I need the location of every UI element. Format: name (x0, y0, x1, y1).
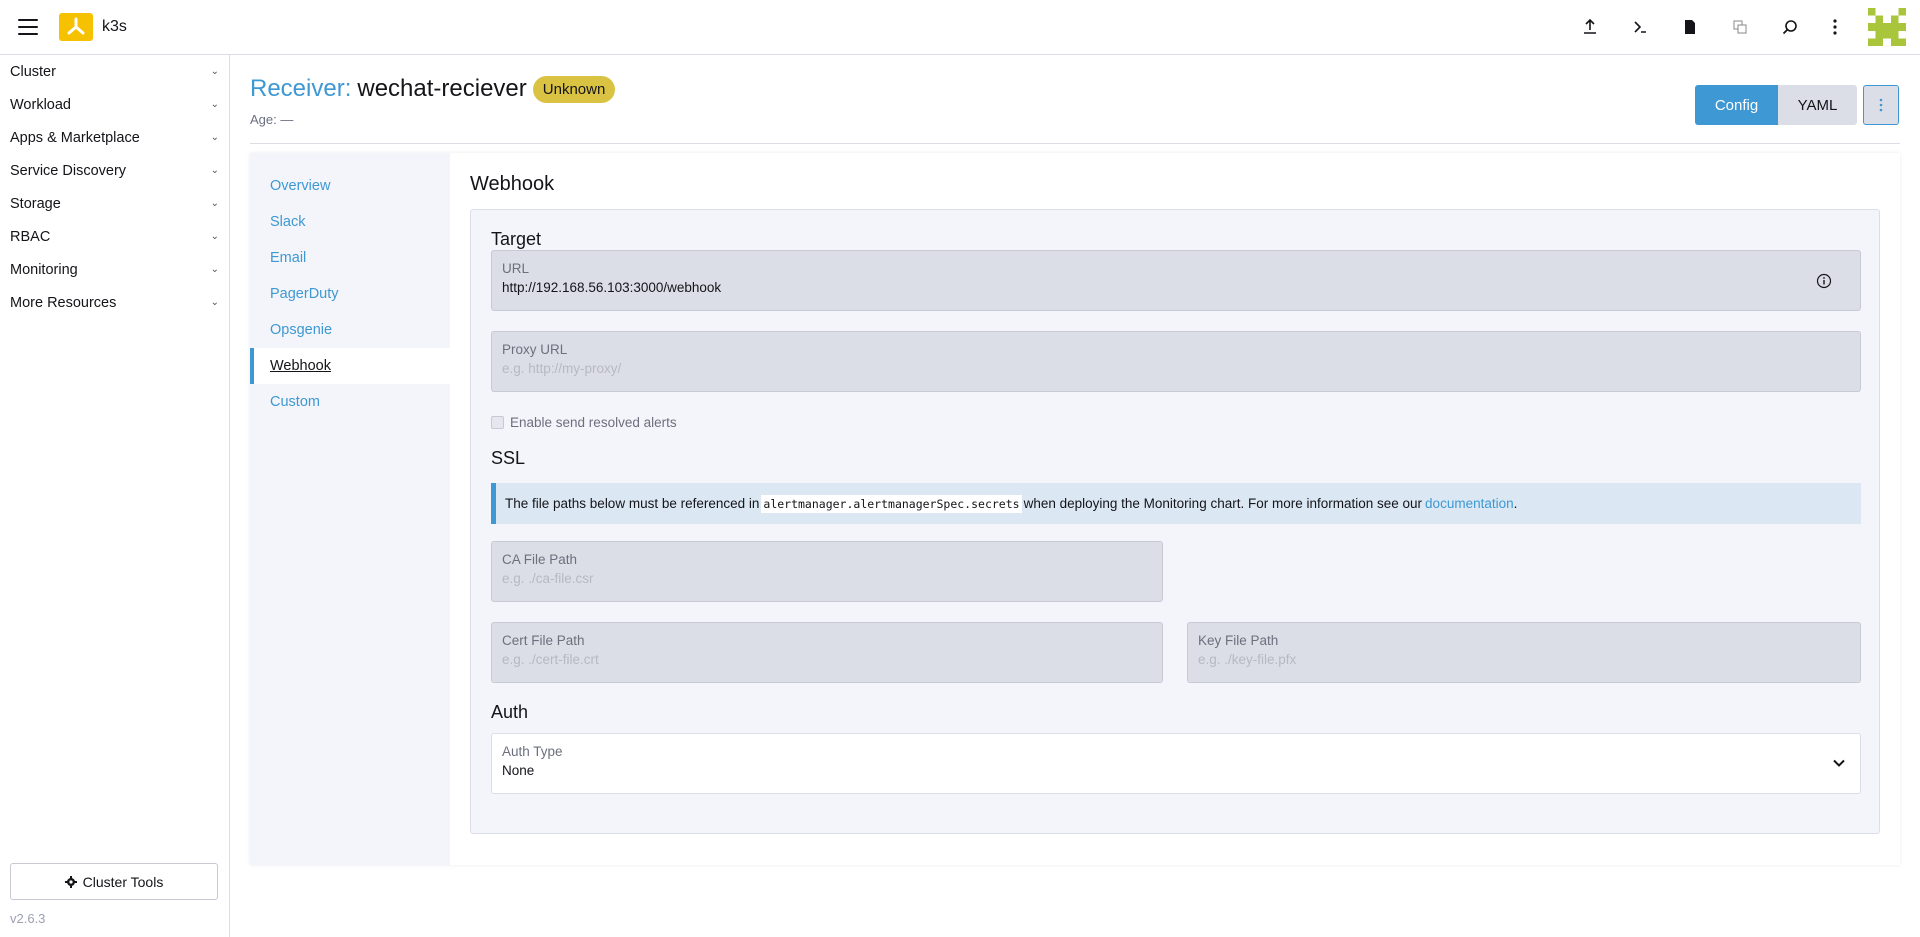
yaml-button[interactable]: YAML (1778, 85, 1857, 125)
main-content: Receiver: wechat-reciever Unknown Age: —… (230, 55, 1920, 937)
app-name: k3s (102, 18, 127, 35)
sidebar-group-service-discovery[interactable]: Service Discovery ⌄ (0, 154, 229, 187)
tab-overview[interactable]: Overview (250, 168, 450, 204)
copy-icon[interactable] (1728, 15, 1752, 39)
cert-file-path-field[interactable]: Cert File Path e.g. ./cert-file.crt (491, 622, 1163, 683)
view-toggle: Config YAML (1695, 85, 1899, 125)
section-title: Webhook (470, 173, 555, 195)
sidebar: Cluster ⌄ Workload ⌄ Apps & Marketplace ⌄ S… (0, 55, 230, 937)
tab-list: Overview Slack Email PagerDuty Opsgenie … (250, 153, 450, 865)
chevron-down-icon[interactable] (1832, 756, 1846, 770)
tab-custom[interactable]: Custom (250, 384, 450, 420)
status-badge: Unknown (532, 75, 616, 103)
sidebar-group-storage[interactable]: Storage ⌄ (0, 187, 229, 220)
tab-slack[interactable]: Slack (250, 204, 450, 240)
chevron-down-icon: ⌄ (210, 132, 219, 143)
chevron-down-icon: ⌄ (210, 231, 219, 242)
chevron-down-icon: ⌄ (210, 198, 219, 209)
resource-type-link[interactable]: Receiver: (250, 75, 351, 103)
upload-icon[interactable] (1578, 15, 1602, 39)
tab-email[interactable]: Email (250, 240, 450, 276)
chevron-down-icon: ⌄ (210, 297, 219, 308)
search-icon[interactable] (1778, 15, 1802, 39)
more-vertical-icon (1879, 98, 1883, 112)
receiver-tabs: Overview Slack Email PagerDuty Opsgenie … (250, 153, 1900, 865)
actions-menu-button[interactable] (1863, 85, 1899, 125)
proxy-url-field[interactable]: Proxy URL e.g. http://my-proxy/ (491, 331, 1861, 392)
resource-name: wechat-reciever (357, 75, 527, 102)
version-label: v2.6.3 (10, 911, 46, 926)
sidebar-nav: Cluster ⌄ Workload ⌄ Apps & Marketplace ⌄ S… (0, 55, 229, 319)
more-vertical-icon[interactable] (1823, 15, 1847, 39)
ssl-title: SSL (491, 448, 526, 468)
chevron-down-icon: ⌄ (210, 99, 219, 110)
tab-webhook[interactable]: Webhook (250, 348, 450, 384)
target-title: Target (491, 229, 542, 249)
age-info: Age: — (250, 112, 294, 127)
gear-icon (64, 875, 77, 888)
chevron-down-icon: ⌄ (210, 264, 219, 275)
sidebar-group-workload[interactable]: Workload ⌄ (0, 88, 229, 121)
info-banner: The file paths below must be referenced … (491, 483, 1861, 524)
send-resolved-checkbox[interactable] (491, 416, 504, 429)
key-file-path-field[interactable]: Key File Path e.g. ./key-file.pfx (1187, 622, 1861, 683)
top-header: k3s (0, 0, 1920, 55)
sidebar-group-rbac[interactable]: RBAC ⌄ (0, 220, 229, 253)
menu-icon[interactable] (16, 16, 40, 38)
sidebar-group-more-resources[interactable]: More Resources ⌄ (0, 286, 229, 319)
chevron-down-icon: ⌄ (210, 165, 219, 176)
divider (250, 143, 1900, 144)
webhook-config-box: Target URL http://192.168.56.103:3000/we… (470, 209, 1880, 834)
sidebar-group-monitoring[interactable]: Monitoring ⌄ (0, 253, 229, 286)
user-avatar[interactable] (1868, 8, 1906, 46)
cluster-tools-button[interactable]: Cluster Tools (10, 863, 218, 900)
sidebar-group-apps[interactable]: Apps & Marketplace ⌄ (0, 121, 229, 154)
url-field[interactable]: URL http://192.168.56.103:3000/webhook (491, 250, 1861, 311)
config-button[interactable]: Config (1695, 85, 1778, 125)
page-title: Receiver: wechat-reciever Unknown (250, 75, 616, 103)
auth-type-select[interactable]: Auth Type None (491, 733, 1861, 794)
chevron-down-icon: ⌄ (210, 66, 219, 77)
send-resolved-checkbox-row[interactable]: Enable send resolved alerts (491, 415, 677, 430)
file-icon[interactable] (1678, 15, 1702, 39)
tab-opsgenie[interactable]: Opsgenie (250, 312, 450, 348)
k3s-logo-icon[interactable] (59, 13, 93, 41)
sidebar-group-cluster[interactable]: Cluster ⌄ (0, 55, 229, 88)
terminal-icon[interactable] (1628, 15, 1652, 39)
auth-title: Auth (491, 702, 529, 722)
webhook-panel: Webhook Target URL http://192.168.56.103… (450, 153, 1900, 865)
documentation-link[interactable]: documentation (1425, 496, 1514, 511)
ca-file-path-field[interactable]: CA File Path e.g. ./ca-file.csr (491, 541, 1163, 602)
tab-pagerduty[interactable]: PagerDuty (250, 276, 450, 312)
info-icon[interactable] (1816, 273, 1832, 289)
